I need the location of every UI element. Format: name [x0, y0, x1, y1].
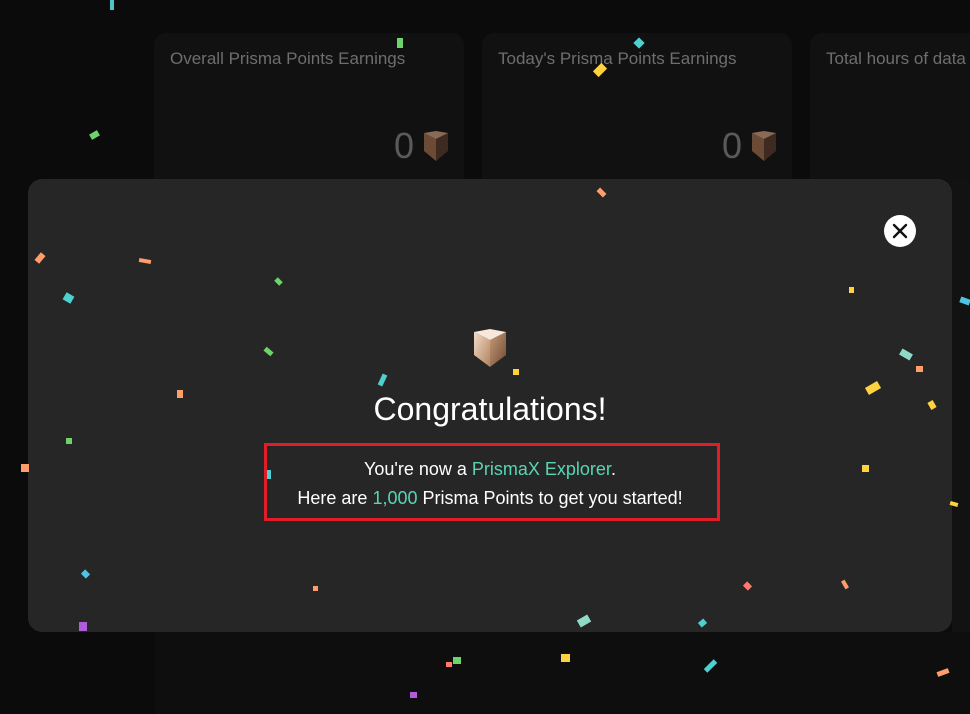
confetti-piece [561, 654, 570, 662]
confetti-piece [110, 0, 114, 10]
confetti-piece [79, 622, 87, 631]
explorer-rank: PrismaX Explorer [471, 459, 611, 479]
confetti-piece [916, 366, 923, 372]
page: Overall Prisma Points Earnings 0 Today's… [0, 0, 970, 714]
message-line-2: Here are 1,000 Prisma Points to get you … [28, 488, 952, 509]
confetti-piece [849, 287, 854, 293]
prisma-points-icon [474, 329, 506, 367]
message-text: You're now a [364, 459, 472, 479]
points-amount: 1,000 [372, 488, 418, 508]
confetti-piece [66, 438, 72, 444]
message-text: Prisma Points to get you started! [417, 488, 683, 508]
congratulations-modal: Congratulations! You're now a PrismaX Ex… [28, 179, 952, 632]
close-icon [892, 223, 908, 239]
confetti-piece [21, 464, 29, 472]
confetti-piece [446, 662, 452, 667]
overall-earnings-value: 0 [393, 125, 414, 166]
background-panel [155, 632, 970, 714]
message-line-1: You're now a PrismaX Explorer. [28, 459, 952, 480]
modal-title: Congratulations! [373, 391, 607, 427]
card-title: Today's Prisma Points Earnings [498, 49, 737, 68]
total-hours-card: Total hours of data [810, 33, 970, 193]
close-button[interactable] [884, 215, 916, 247]
confetti-piece [267, 470, 271, 479]
overall-earnings-card: Overall Prisma Points Earnings 0 [154, 33, 464, 193]
message-text: . [610, 459, 616, 479]
card-title: Total hours of data [826, 49, 966, 68]
card-title: Overall Prisma Points Earnings [170, 49, 406, 68]
confetti-piece [862, 465, 869, 472]
confetti-piece [313, 586, 318, 591]
card-value: 0 [394, 125, 448, 167]
confetti-piece [453, 657, 461, 664]
today-earnings-card: Today's Prisma Points Earnings 0 [482, 33, 792, 193]
confetti-piece [513, 369, 519, 375]
confetti-piece [89, 130, 100, 140]
highlight-box [264, 443, 720, 521]
today-earnings-value: 0 [721, 125, 742, 166]
background-panel [952, 180, 970, 632]
prisma-points-icon [752, 131, 776, 161]
prisma-points-icon [424, 131, 448, 161]
confetti-piece [410, 692, 417, 698]
message-text: Here are [297, 488, 373, 508]
card-value: 0 [722, 125, 776, 167]
confetti-piece [177, 390, 183, 398]
confetti-piece [397, 38, 403, 48]
